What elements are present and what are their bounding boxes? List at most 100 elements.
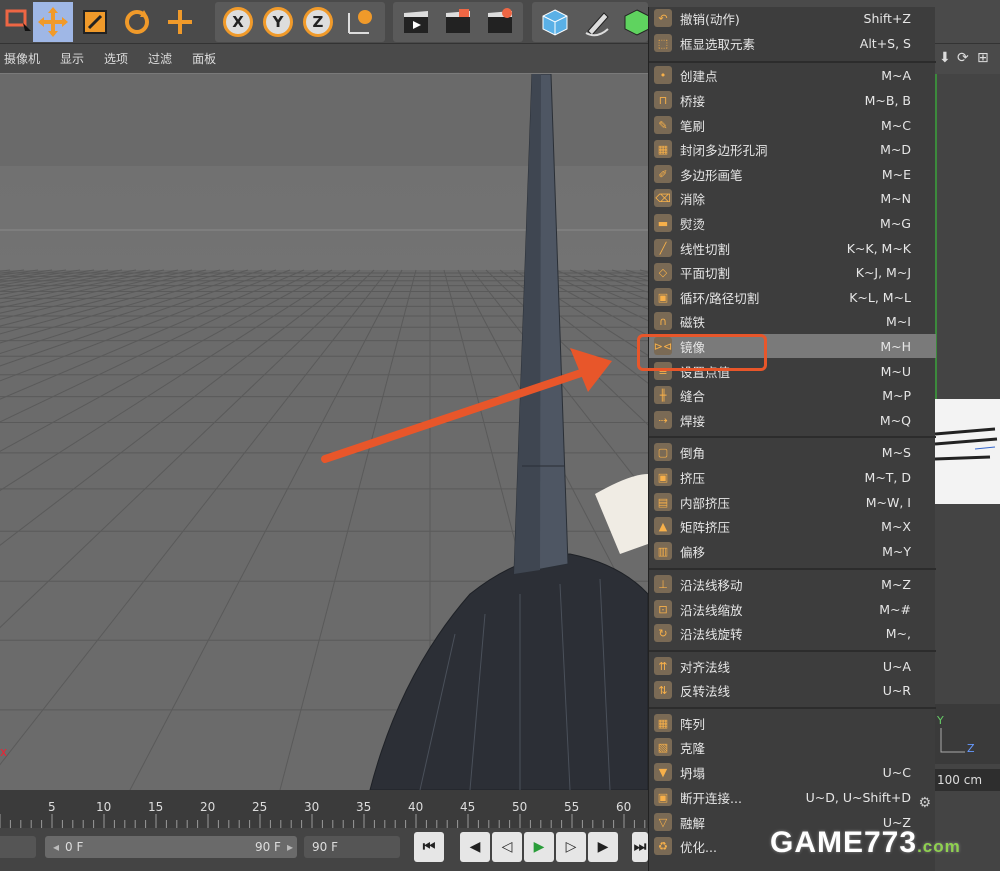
- size-field[interactable]: 100 cm: [935, 769, 1000, 791]
- menu-item-weld[interactable]: ⇢ 焊接 M~Q: [649, 408, 936, 432]
- go-to-start-button[interactable]: ⏮: [414, 832, 444, 862]
- menu-item-reverse-normals[interactable]: ⇅ 反转法线 U~R: [649, 678, 936, 702]
- menu-item-clone[interactable]: ▧ 克隆: [649, 735, 936, 759]
- menu-item-undo[interactable]: ↶ 撤销(动作) Shift+Z: [649, 6, 936, 30]
- render-view-button[interactable]: [396, 2, 436, 42]
- timeline-ruler[interactable]: 5101520253035404550556065: [0, 790, 683, 828]
- arrow-down-icon[interactable]: ⬇: [939, 50, 951, 66]
- menu-item-shortcut: M~S: [881, 444, 911, 460]
- menu-item-shortcut: M~Z: [881, 576, 911, 592]
- menu-item-iron[interactable]: ▬ 熨烫 M~G: [649, 211, 936, 235]
- menu-item-frame-selection[interactable]: ⬚ 框显选取元素 Alt+S, S: [649, 31, 936, 55]
- menu-item-normal-scale[interactable]: ⊡ 沿法线缩放 M~#: [649, 597, 936, 621]
- menu-item-bevel[interactable]: ▢ 倒角 M~S: [649, 440, 936, 464]
- refresh-icon[interactable]: ⟳: [957, 50, 969, 66]
- y-axis-lock-button[interactable]: Y: [258, 2, 298, 42]
- menu-item-bridge[interactable]: ⊓ 桥接 M~B, B: [649, 88, 936, 112]
- menu-item-create-point[interactable]: • 创建点 M~A: [649, 63, 936, 87]
- loop-cut-icon: ▣: [654, 288, 672, 306]
- normal-scale-icon: ⊡: [654, 600, 672, 618]
- render-to-picture-viewer-button[interactable]: [438, 2, 478, 42]
- range-start-label: 0 F: [65, 840, 84, 854]
- go-to-end-button[interactable]: ⏭: [632, 832, 648, 862]
- normal-rotate-icon: ↻: [654, 624, 672, 642]
- menu-item-dissolve[interactable]: ⌫ 消除 M~N: [649, 186, 936, 210]
- menu-item-shortcut: M~N: [880, 190, 911, 206]
- menu-item-plane-cut[interactable]: ◇ 平面切割 K~J, M~J: [649, 260, 936, 284]
- menu-item-shortcut: M~H: [880, 338, 911, 354]
- menu-item-label: 消除: [680, 191, 706, 207]
- menu-panel[interactable]: 面板: [192, 50, 216, 67]
- max-frame-field[interactable]: 90 F: [304, 836, 400, 858]
- menu-options[interactable]: 选项: [104, 50, 128, 67]
- collapse-icon: ▼: [654, 763, 672, 781]
- menu-item-stitch[interactable]: ╫ 缝合 M~P: [649, 383, 936, 407]
- menu-item-polygon-pen[interactable]: ✐ 多边形画笔 M~E: [649, 162, 936, 186]
- menu-item-disconnect[interactable]: ▣ 断开连接... U~D, U~Shift+D: [649, 785, 936, 809]
- menu-item-magnet[interactable]: ∩ 磁铁 M~I: [649, 309, 936, 333]
- z-axis-lock-button[interactable]: Z: [298, 2, 338, 42]
- menu-item-align-normals[interactable]: ⇈ 对齐法线 U~A: [649, 654, 936, 678]
- clapboard-render-icon: [446, 9, 470, 33]
- bevel-icon: ▢: [654, 443, 672, 461]
- disconnect-icon: ▣: [654, 788, 672, 806]
- menu-item-label: 循环/路径切割: [680, 290, 760, 306]
- play-button[interactable]: ▶: [524, 832, 554, 862]
- menu-item-shortcut: M~T, D: [864, 469, 911, 485]
- menu-item-collapse[interactable]: ▼ 坍塌 U~C: [649, 760, 936, 784]
- plane-cut-icon: ◇: [654, 263, 672, 281]
- gear-icon[interactable]: ⚙: [918, 795, 931, 811]
- move-tool-button[interactable]: [33, 2, 73, 42]
- scale-icon: [83, 10, 107, 34]
- menu-item-extrude-inner[interactable]: ▤ 内部挤压 M~W, I: [649, 490, 936, 514]
- timeline-tick-label: 50: [512, 800, 528, 814]
- menu-item-shortcut: Shift+Z: [863, 10, 911, 26]
- menu-item-matrix-extrude[interactable]: ▲ 矩阵挤压 M~X: [649, 514, 936, 538]
- menu-camera[interactable]: 摄像机: [4, 50, 40, 67]
- extrude-inner-icon: ▤: [654, 493, 672, 511]
- menu-item-brush[interactable]: ✎ 笔刷 M~C: [649, 113, 936, 137]
- menu-item-label: 挤压: [680, 470, 706, 486]
- menu-item-label: 偏移: [680, 544, 706, 560]
- timeline-tick-label: 5: [48, 800, 56, 814]
- current-frame-field[interactable]: [0, 836, 36, 858]
- x-axis-lock-button[interactable]: X: [218, 2, 258, 42]
- 3d-viewport[interactable]: x: [0, 74, 648, 790]
- extrude-icon: ▣: [654, 468, 672, 486]
- frame-range-slider[interactable]: ◂ 0 F 90 F ▸: [45, 836, 297, 858]
- menu-item-close-hole[interactable]: ▦ 封闭多边形孔洞 M~D: [649, 137, 936, 161]
- scale-tool-button[interactable]: [75, 2, 115, 42]
- menu-item-label: 阵列: [680, 716, 706, 732]
- menu-item-label: 撤销(动作): [680, 11, 740, 27]
- menu-item-line-cut[interactable]: ╱ 线性切割 K~K, M~K: [649, 236, 936, 260]
- coordinate-system-button[interactable]: [340, 2, 380, 42]
- menu-filter[interactable]: 过滤: [148, 50, 172, 67]
- menu-display[interactable]: 显示: [60, 50, 84, 67]
- mesh-context-menu: ↶ 撤销(动作) Shift+Z ⬚ 框显选取元素 Alt+S, S • 创建点 M~A ⊓ 桥接 M…: [648, 6, 936, 871]
- menu-item-array[interactable]: ▦ 阵列: [649, 711, 936, 735]
- menu-item-label: 磁铁: [680, 314, 706, 330]
- frame-selection-icon: ⬚: [654, 34, 672, 52]
- transform-tool-button[interactable]: [160, 2, 200, 42]
- pen-button[interactable]: [577, 2, 617, 42]
- menu-item-extrude[interactable]: ▣ 挤压 M~T, D: [649, 465, 936, 489]
- watermark-main: GAME773: [770, 826, 918, 859]
- menu-item-loop-cut[interactable]: ▣ 循环/路径切割 K~L, M~L: [649, 285, 936, 309]
- rotate-tool-button[interactable]: [117, 2, 157, 42]
- cube-button[interactable]: [535, 2, 575, 42]
- menu-item-normal-move[interactable]: ⊥ 沿法线移动 M~Z: [649, 572, 936, 596]
- menu-item-shortcut: U~A: [882, 658, 911, 674]
- menu-item-offset[interactable]: ▥ 偏移 M~Y: [649, 539, 936, 563]
- range-end-label: 90 F: [254, 840, 281, 854]
- menu-item-label: 沿法线缩放: [680, 602, 743, 618]
- matrix-extrude-icon: ▲: [654, 517, 672, 535]
- menu-item-shortcut: K~J, M~J: [855, 264, 911, 280]
- next-frame-button[interactable]: ▷: [556, 832, 586, 862]
- layout-icon[interactable]: ⊞: [977, 50, 989, 66]
- next-keyframe-button[interactable]: ▶: [588, 832, 618, 862]
- next-keyframe-icon: ▶: [597, 839, 609, 855]
- render-settings-button[interactable]: [480, 2, 520, 42]
- previous-keyframe-button[interactable]: ◀: [460, 832, 490, 862]
- previous-frame-button[interactable]: ◁: [492, 832, 522, 862]
- menu-item-normal-rotate[interactable]: ↻ 沿法线旋转 M~,: [649, 621, 936, 645]
